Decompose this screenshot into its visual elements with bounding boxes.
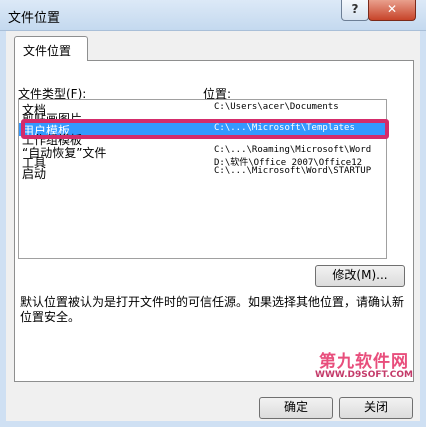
trust-note: 默认位置被认为是打开文件时的可信任源。如果选择其他位置，请确认新位置安全。 [20,295,405,324]
list-item[interactable]: 启动 C:\...\Microsoft\Word\STARTUP [19,166,386,181]
file-location-path: C:\...\Roaming\Microsoft\Word [214,145,372,155]
tab-label: 文件位置 [23,44,72,58]
help-button[interactable]: ? [341,0,369,21]
site-watermark: 第九软件网 WWW.D9SOFT.COM [305,347,423,380]
modify-button[interactable]: 修改(M)... [315,265,405,287]
window-title: 文件位置 [8,11,61,26]
tab-file-locations[interactable]: 文件位置 [14,36,88,61]
title-bar: 文件位置 ? ✕ [0,0,426,31]
close-button[interactable]: ✕ [368,0,416,21]
file-type-name: 启动 [22,167,47,181]
ok-button[interactable]: 确定 [259,397,333,419]
file-location-path: C:\...\Microsoft\Word\STARTUP [214,166,372,176]
cancel-button[interactable]: 关闭 [339,397,413,419]
watermark-url: WWW.D9SOFT.COM [315,370,413,380]
watermark-title: 第九软件网 [319,352,409,372]
file-locations-list[interactable]: 文档 C:\Users\acer\Documents 剪贴画图片 用户模板 C:… [18,99,387,259]
